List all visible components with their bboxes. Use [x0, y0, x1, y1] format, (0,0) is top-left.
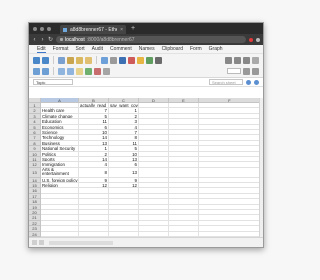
- toolbar-divider: [53, 67, 54, 75]
- tab-title: a8d8brenner67 - EtherCalc: [70, 26, 117, 33]
- window-close-dot[interactable]: [33, 26, 37, 31]
- horizontal-scrollbar[interactable]: [49, 240, 113, 245]
- browser-tab[interactable]: a8d8brenner67 - EtherCalc ×: [60, 25, 126, 34]
- font-size-select[interactable]: [227, 68, 241, 74]
- back-icon[interactable]: ‹: [32, 37, 37, 43]
- align-center-icon[interactable]: [234, 56, 241, 64]
- hide-icon[interactable]: [103, 67, 110, 75]
- reload-icon[interactable]: ↻: [48, 36, 53, 43]
- vertical-scrollbar[interactable]: [259, 98, 263, 238]
- cell-e13[interactable]: [169, 167, 199, 178]
- paste-icon[interactable]: [76, 56, 83, 64]
- wrap-text-icon[interactable]: [252, 67, 259, 75]
- window-zoom-dot[interactable]: [47, 26, 51, 31]
- search-input[interactable]: Search sheet: [209, 79, 243, 85]
- delete-icon[interactable]: [128, 56, 135, 64]
- sum-icon[interactable]: [76, 67, 83, 75]
- menu-icon[interactable]: [256, 37, 260, 42]
- unlock-icon[interactable]: [110, 56, 117, 64]
- paste-format-icon[interactable]: [85, 56, 92, 64]
- undo-icon[interactable]: [33, 56, 40, 64]
- address-bar-row: ‹ › ↻ localhost:8000/a8d8brenner67: [29, 34, 263, 45]
- cell-reference-field[interactable]: Topic: [33, 79, 73, 85]
- cell-d13[interactable]: [139, 167, 169, 178]
- toolbar-divider: [96, 56, 97, 64]
- menu-clipboard[interactable]: Clipboard: [162, 46, 183, 52]
- merge-cells-icon[interactable]: [155, 56, 162, 64]
- forward-icon[interactable]: ›: [40, 37, 45, 43]
- menu-edit[interactable]: Edit: [37, 46, 46, 53]
- url-host: localhost: [65, 36, 85, 43]
- tab-close-icon[interactable]: ×: [120, 27, 123, 33]
- redo-icon[interactable]: [42, 56, 49, 64]
- menu-comment[interactable]: Comment: [110, 46, 132, 52]
- align-justify-icon[interactable]: [243, 67, 250, 75]
- sheet-footer: [29, 237, 263, 247]
- cell-c13[interactable]: 13: [109, 167, 139, 178]
- search-up-icon[interactable]: [246, 79, 251, 85]
- info-icon[interactable]: [60, 38, 63, 41]
- cell-f13[interactable]: [199, 167, 261, 178]
- row-header[interactable]: 13: [29, 167, 41, 178]
- menu-bar: Edit Format Sort Audit Comment Names Cli…: [29, 45, 263, 54]
- menu-form[interactable]: Form: [190, 46, 202, 52]
- align-left-icon[interactable]: [225, 56, 232, 64]
- scroll-left-icon[interactable]: [32, 240, 37, 245]
- delete-column-icon[interactable]: [67, 67, 74, 75]
- scroll-right-icon[interactable]: [39, 240, 44, 245]
- copy-icon[interactable]: [58, 56, 65, 64]
- toolbar-divider: [53, 56, 54, 64]
- lock-icon[interactable]: [101, 56, 108, 64]
- url-field[interactable]: localhost:8000/a8d8brenner67: [56, 36, 246, 43]
- favicon-icon: [63, 27, 67, 32]
- search-down-icon[interactable]: [254, 79, 259, 85]
- borders-icon[interactable]: [252, 56, 259, 64]
- cell-b13[interactable]: 8: [79, 167, 109, 178]
- menu-audit[interactable]: Audit: [92, 46, 103, 52]
- cut-icon[interactable]: [67, 56, 74, 64]
- new-tab-button[interactable]: +: [131, 25, 135, 32]
- sort-asc-icon[interactable]: [33, 67, 40, 75]
- bold-icon[interactable]: [119, 56, 126, 64]
- spreadsheet-grid[interactable]: ABCDEF1actually_readsay_want_covered2Hea…: [29, 98, 261, 238]
- cell-a13[interactable]: Arts & entertainment: [41, 167, 79, 178]
- sort-desc-icon[interactable]: [42, 67, 49, 75]
- align-right-icon[interactable]: [243, 56, 250, 64]
- insert-row-icon[interactable]: [146, 56, 153, 64]
- fill-color-icon[interactable]: [137, 56, 144, 64]
- insert-column-icon[interactable]: [58, 67, 65, 75]
- formula-bar: Topic Search sheet: [29, 78, 263, 87]
- menu-format[interactable]: Format: [53, 46, 69, 52]
- url-path: :8000/a8d8brenner67: [86, 36, 135, 43]
- browser-window: a8d8brenner67 - EtherCalc × + ‹ › ↻ loca…: [28, 22, 264, 248]
- window-minimize-dot[interactable]: [40, 26, 44, 31]
- extension-icon[interactable]: [249, 37, 253, 42]
- toolbar: [29, 54, 263, 78]
- clear-icon[interactable]: [94, 67, 101, 75]
- recalc-icon[interactable]: [85, 67, 92, 75]
- tab-bar: a8d8brenner67 - EtherCalc × +: [29, 23, 263, 34]
- menu-sort[interactable]: Sort: [75, 46, 84, 52]
- menu-names[interactable]: Names: [139, 46, 155, 52]
- menu-graph[interactable]: Graph: [209, 46, 223, 52]
